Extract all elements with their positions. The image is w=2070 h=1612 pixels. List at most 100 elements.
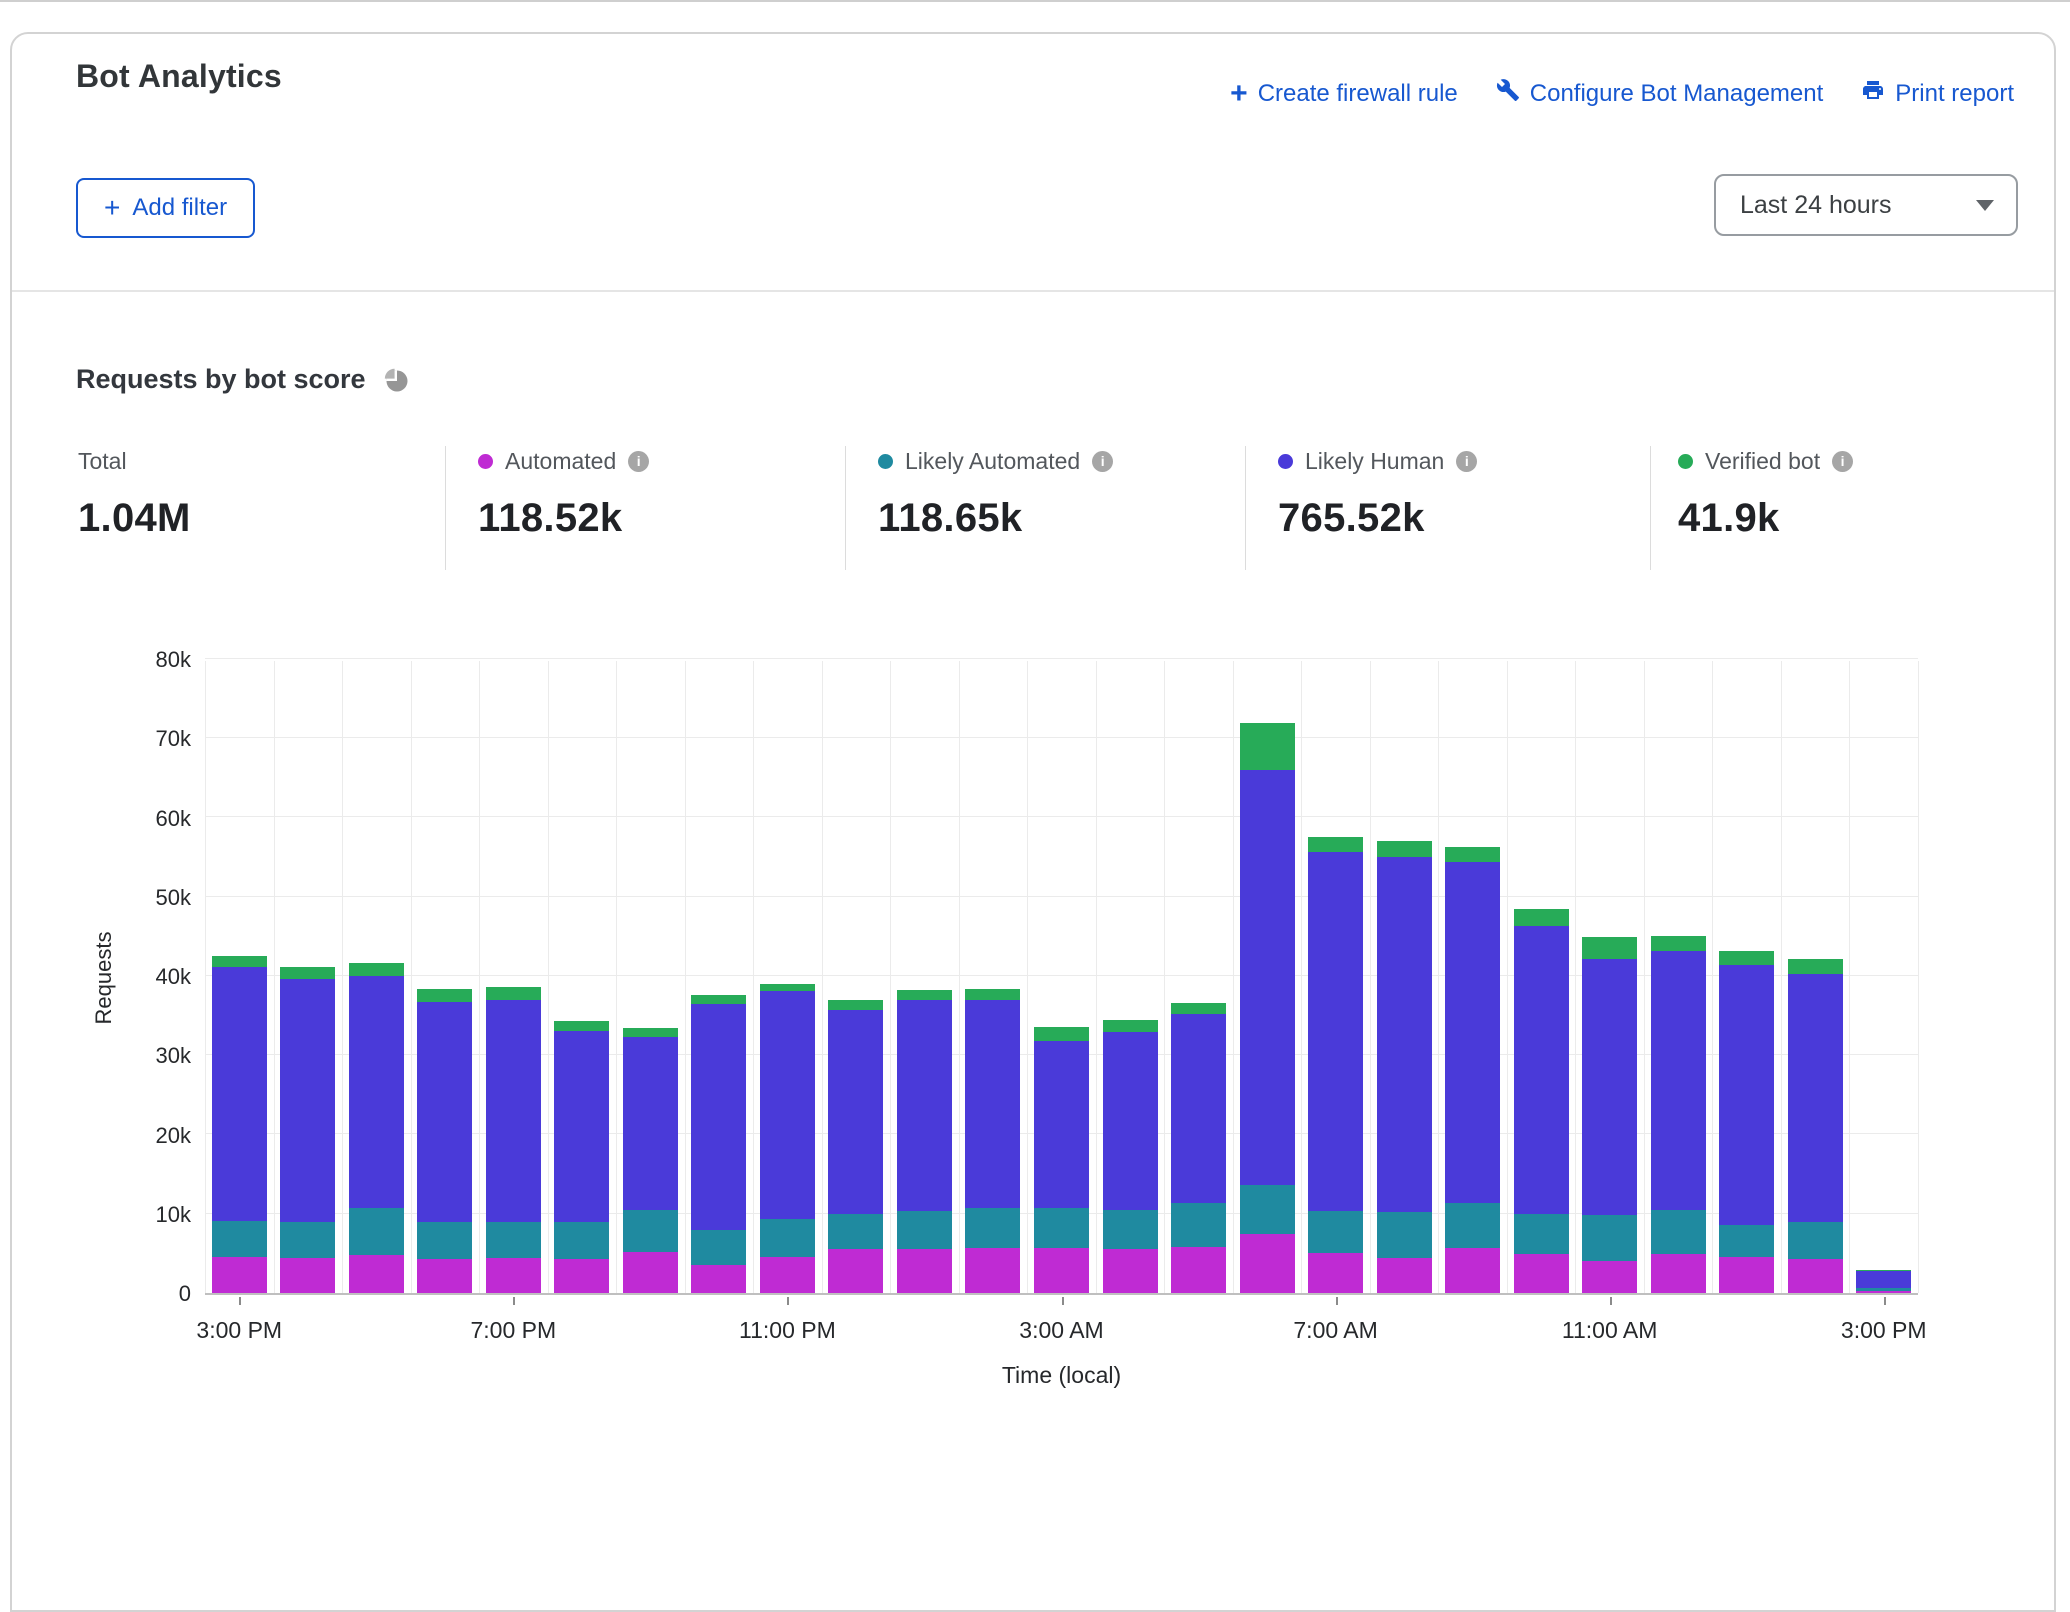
bar-segment-automated[interactable] bbox=[828, 1249, 883, 1293]
bar-segment-likely-automated[interactable] bbox=[1582, 1215, 1637, 1260]
bar-segment-automated[interactable] bbox=[1856, 1291, 1911, 1293]
bar-segment-automated[interactable] bbox=[760, 1257, 815, 1294]
bar-9:00 PM[interactable] bbox=[623, 1028, 678, 1293]
bar-segment-verified-bot[interactable] bbox=[1651, 936, 1706, 951]
bar-segment-automated[interactable] bbox=[691, 1265, 746, 1293]
bar-8:00 AM[interactable] bbox=[1377, 841, 1432, 1293]
bar-8:00 PM[interactable] bbox=[554, 1021, 609, 1293]
info-icon[interactable]: i bbox=[628, 451, 649, 472]
bar-segment-automated[interactable] bbox=[1240, 1234, 1295, 1293]
bar-segment-likely-human[interactable] bbox=[828, 1010, 883, 1214]
time-range-select[interactable]: Last 24 hours bbox=[1714, 174, 2018, 236]
bar-segment-likely-human[interactable] bbox=[486, 1000, 541, 1222]
bar-segment-verified-bot[interactable] bbox=[1514, 909, 1569, 926]
bar-segment-likely-automated[interactable] bbox=[1514, 1214, 1569, 1254]
bar-segment-automated[interactable] bbox=[1514, 1254, 1569, 1293]
stacked-bar-chart[interactable] bbox=[205, 661, 1918, 1295]
bar-segment-likely-automated[interactable] bbox=[1103, 1210, 1158, 1250]
bar-segment-likely-human[interactable] bbox=[417, 1002, 472, 1222]
bar-segment-verified-bot[interactable] bbox=[486, 987, 541, 1000]
bar-segment-automated[interactable] bbox=[623, 1252, 678, 1293]
bar-segment-verified-bot[interactable] bbox=[1308, 837, 1363, 851]
bar-segment-likely-automated[interactable] bbox=[1034, 1208, 1089, 1248]
bar-segment-likely-human[interactable] bbox=[1377, 857, 1432, 1212]
bar-segment-automated[interactable] bbox=[280, 1258, 335, 1293]
bar-segment-likely-human[interactable] bbox=[691, 1004, 746, 1231]
stat-likely-automated[interactable]: Likely Automated i 118.65k bbox=[878, 446, 1113, 476]
info-icon[interactable]: i bbox=[1832, 451, 1853, 472]
bar-segment-verified-bot[interactable] bbox=[212, 956, 267, 967]
bar-2:00 PM[interactable] bbox=[1788, 959, 1843, 1293]
bar-segment-verified-bot[interactable] bbox=[554, 1021, 609, 1031]
info-icon[interactable]: i bbox=[1456, 451, 1477, 472]
bar-segment-likely-automated[interactable] bbox=[965, 1208, 1020, 1248]
bar-7:00 PM[interactable] bbox=[486, 987, 541, 1293]
bar-3:00 PM[interactable] bbox=[212, 956, 267, 1293]
bar-segment-automated[interactable] bbox=[1034, 1248, 1089, 1293]
bar-1:00 PM[interactable] bbox=[1719, 951, 1774, 1293]
bar-segment-likely-human[interactable] bbox=[554, 1031, 609, 1223]
bar-segment-likely-automated[interactable] bbox=[1171, 1203, 1226, 1247]
bar-6:00 AM[interactable] bbox=[1240, 723, 1295, 1293]
bar-segment-verified-bot[interactable] bbox=[760, 984, 815, 991]
stat-verified-bot[interactable]: Verified bot i 41.9k bbox=[1678, 446, 1853, 476]
bar-segment-automated[interactable] bbox=[1171, 1247, 1226, 1293]
bar-segment-likely-human[interactable] bbox=[1582, 959, 1637, 1216]
bar-segment-likely-automated[interactable] bbox=[623, 1210, 678, 1252]
bar-segment-verified-bot[interactable] bbox=[1582, 937, 1637, 958]
bar-segment-automated[interactable] bbox=[897, 1249, 952, 1293]
bar-segment-verified-bot[interactable] bbox=[1445, 847, 1500, 862]
bar-segment-verified-bot[interactable] bbox=[417, 989, 472, 1002]
bar-segment-likely-human[interactable] bbox=[1171, 1014, 1226, 1203]
bar-1:00 AM[interactable] bbox=[897, 990, 952, 1293]
bar-segment-likely-automated[interactable] bbox=[760, 1219, 815, 1256]
print-report-link[interactable]: Print report bbox=[1861, 78, 2014, 109]
bar-segment-likely-automated[interactable] bbox=[280, 1222, 335, 1259]
bar-segment-automated[interactable] bbox=[1582, 1261, 1637, 1294]
bar-segment-verified-bot[interactable] bbox=[1377, 841, 1432, 857]
bar-segment-automated[interactable] bbox=[212, 1257, 267, 1293]
bar-5:00 PM[interactable] bbox=[349, 963, 404, 1293]
bar-segment-verified-bot[interactable] bbox=[691, 995, 746, 1004]
bar-segment-likely-human[interactable] bbox=[349, 976, 404, 1207]
bar-segment-automated[interactable] bbox=[1308, 1253, 1363, 1293]
bar-3:00 AM[interactable] bbox=[1034, 1027, 1089, 1293]
bar-segment-verified-bot[interactable] bbox=[1171, 1003, 1226, 1014]
bar-segment-automated[interactable] bbox=[1377, 1258, 1432, 1293]
bar-segment-likely-automated[interactable] bbox=[554, 1222, 609, 1259]
bar-segment-likely-automated[interactable] bbox=[1377, 1212, 1432, 1258]
bar-segment-likely-human[interactable] bbox=[280, 979, 335, 1222]
stat-likely-human[interactable]: Likely Human i 765.52k bbox=[1278, 446, 1477, 476]
bar-segment-verified-bot[interactable] bbox=[828, 1000, 883, 1010]
bar-segment-verified-bot[interactable] bbox=[965, 989, 1020, 1000]
bar-5:00 AM[interactable] bbox=[1171, 1003, 1226, 1293]
bar-segment-likely-human[interactable] bbox=[897, 1000, 952, 1211]
bar-segment-verified-bot[interactable] bbox=[1103, 1020, 1158, 1032]
bar-segment-automated[interactable] bbox=[1103, 1249, 1158, 1293]
configure-bot-management-link[interactable]: Configure Bot Management bbox=[1496, 78, 1824, 109]
bar-segment-likely-human[interactable] bbox=[965, 1000, 1020, 1208]
bar-segment-likely-automated[interactable] bbox=[212, 1221, 267, 1258]
bar-segment-likely-automated[interactable] bbox=[897, 1211, 952, 1250]
bar-segment-automated[interactable] bbox=[1445, 1248, 1500, 1293]
bar-4:00 PM[interactable] bbox=[280, 967, 335, 1293]
bar-segment-likely-automated[interactable] bbox=[691, 1230, 746, 1265]
bar-10:00 PM[interactable] bbox=[691, 995, 746, 1293]
create-firewall-rule-link[interactable]: + Create firewall rule bbox=[1230, 80, 1458, 108]
bar-3:00 PM[interactable] bbox=[1856, 1270, 1911, 1293]
bar-segment-verified-bot[interactable] bbox=[1240, 723, 1295, 771]
bar-segment-likely-automated[interactable] bbox=[1308, 1211, 1363, 1254]
bar-11:00 AM[interactable] bbox=[1582, 937, 1637, 1293]
bar-segment-likely-automated[interactable] bbox=[1719, 1225, 1774, 1257]
bar-2:00 AM[interactable] bbox=[965, 989, 1020, 1293]
bar-segment-likely-automated[interactable] bbox=[486, 1222, 541, 1259]
bar-segment-likely-human[interactable] bbox=[1445, 862, 1500, 1204]
bar-segment-likely-human[interactable] bbox=[1651, 951, 1706, 1210]
bar-segment-likely-automated[interactable] bbox=[417, 1222, 472, 1259]
bar-segment-verified-bot[interactable] bbox=[280, 967, 335, 979]
bar-12:00 PM[interactable] bbox=[1651, 936, 1706, 1293]
bar-segment-likely-human[interactable] bbox=[623, 1037, 678, 1210]
bar-segment-verified-bot[interactable] bbox=[1788, 959, 1843, 975]
bar-segment-likely-automated[interactable] bbox=[1445, 1203, 1500, 1247]
bar-segment-automated[interactable] bbox=[554, 1259, 609, 1293]
